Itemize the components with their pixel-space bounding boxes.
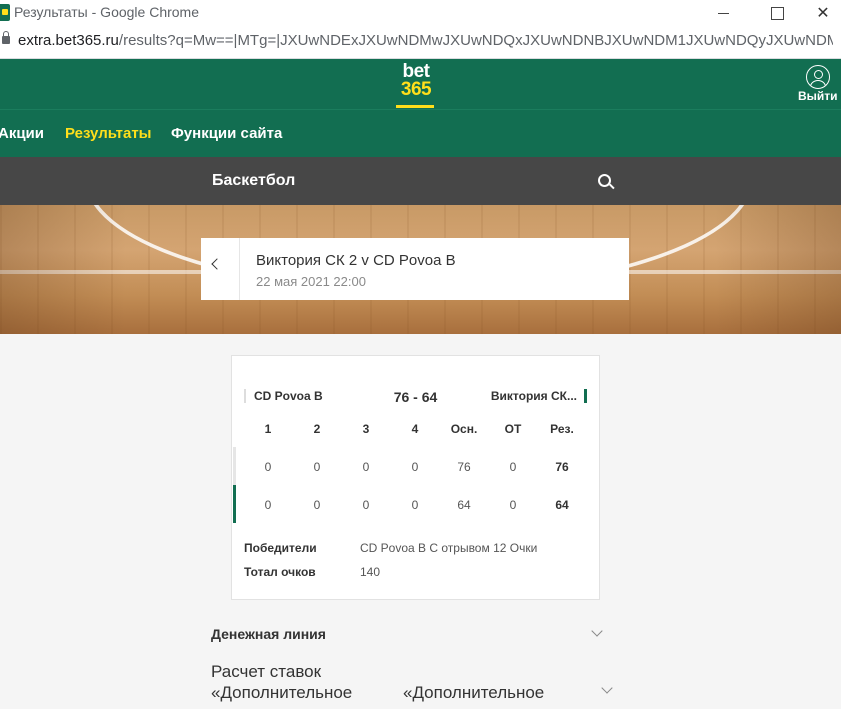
logo-365-text: 365: [400, 79, 432, 100]
close-button[interactable]: ✕: [800, 0, 841, 26]
column-header: ОТ: [504, 422, 522, 436]
score-cell: 0: [264, 460, 272, 474]
calc-option-left: «Дополнительное: [211, 683, 353, 702]
user-icon[interactable]: [806, 65, 830, 89]
winners-label: Победители: [244, 541, 317, 555]
score-cell: 64: [457, 498, 471, 512]
match-date: 22 мая 2021 22:00: [256, 274, 366, 289]
score-cell: 0: [362, 460, 370, 474]
minimize-button[interactable]: [700, 0, 746, 26]
home-row-marker: [233, 447, 236, 485]
away-row-marker: [233, 485, 236, 523]
market-bet-calculation[interactable]: Расчет ставок «Дополнительное «Дополните…: [211, 662, 613, 709]
home-team-name: CD Povoa B: [244, 389, 323, 403]
address-bar[interactable]: extra.bet365.ru/results?q=Mw==|MTg=|JXUw…: [0, 26, 841, 59]
nav-item-site-features[interactable]: Функции сайта: [171, 125, 282, 142]
nav-item-results[interactable]: Результаты: [65, 125, 151, 142]
calc-title: Расчет ставок: [211, 662, 322, 681]
winners-value: CD Povoa B С отрывом 12 Очки: [360, 541, 538, 555]
card-divider: [239, 238, 240, 300]
nav-item-promotions[interactable]: Акции: [0, 125, 44, 142]
score-cell: 0: [362, 498, 370, 512]
match-title: Виктория СК 2 v CD Povoa B: [256, 252, 456, 269]
url-text[interactable]: extra.bet365.ru/results?q=Mw==|MTg=|JXUw…: [18, 32, 833, 49]
column-header: 2: [313, 422, 321, 436]
score-cell: 0: [509, 498, 517, 512]
window-title: Результаты - Google Chrome: [14, 4, 200, 20]
url-domain: extra.bet365.ru: [18, 32, 119, 49]
away-team-name: Виктория СК...: [491, 389, 587, 403]
browser-title-bar: Результаты - Google Chrome ✕: [0, 0, 841, 26]
maximize-icon: [770, 6, 784, 20]
score-cell: 0: [509, 460, 517, 474]
court-banner: Виктория СК 2 v CD Povoa B 22 мая 2021 2…: [0, 205, 841, 334]
score-cell: 0: [313, 498, 321, 512]
chevron-down-icon: [591, 625, 603, 637]
score-cell: 76: [457, 460, 471, 474]
column-header: Рез.: [550, 422, 574, 436]
close-icon: ✕: [816, 5, 830, 22]
maximize-button[interactable]: [754, 0, 800, 26]
bet365-favicon-icon: [0, 4, 10, 21]
minimize-icon: [717, 12, 729, 14]
sport-bar: Баскетбол: [0, 157, 841, 205]
market-money-line-label: Денежная линия: [211, 626, 326, 642]
column-header: 4: [411, 422, 419, 436]
back-chevron-icon[interactable]: [211, 258, 223, 270]
lock-icon[interactable]: [2, 31, 10, 44]
market-money-line[interactable]: Денежная линия: [211, 625, 613, 650]
column-header: Осн.: [450, 422, 478, 436]
match-header-card: Виктория СК 2 v CD Povoa B 22 мая 2021 2…: [201, 238, 629, 300]
column-header: 3: [362, 422, 370, 436]
score-cell: 0: [411, 498, 419, 512]
score-cell-result: 76: [555, 460, 569, 474]
score-cell: 0: [264, 498, 272, 512]
search-icon[interactable]: [598, 174, 611, 187]
total-points-label: Тотал очков: [244, 565, 316, 579]
site-header: bet 365 Выйти: [0, 59, 841, 109]
calc-option-right: «Дополнительное: [403, 683, 545, 702]
logout-button[interactable]: Выйти: [798, 89, 838, 103]
url-path: /results?q=Mw==|MTg=|JXUwNDExJXUwNDMwJXU…: [118, 32, 833, 49]
column-header: 1: [264, 422, 272, 436]
score-cell-result: 64: [555, 498, 569, 512]
total-points-value: 140: [360, 565, 381, 579]
sport-title: Баскетбол: [212, 172, 296, 189]
score-cell: 0: [313, 460, 321, 474]
bet365-logo[interactable]: bet 365: [396, 62, 436, 108]
chevron-down-icon: [601, 682, 613, 694]
logo-underline: [396, 105, 434, 108]
main-nav: Акции Результаты Функции сайта: [0, 109, 841, 158]
scoreboard: 76 - 64 CD Povoa B Виктория СК... 1 2 3 …: [231, 355, 600, 600]
score-cell: 0: [411, 460, 419, 474]
